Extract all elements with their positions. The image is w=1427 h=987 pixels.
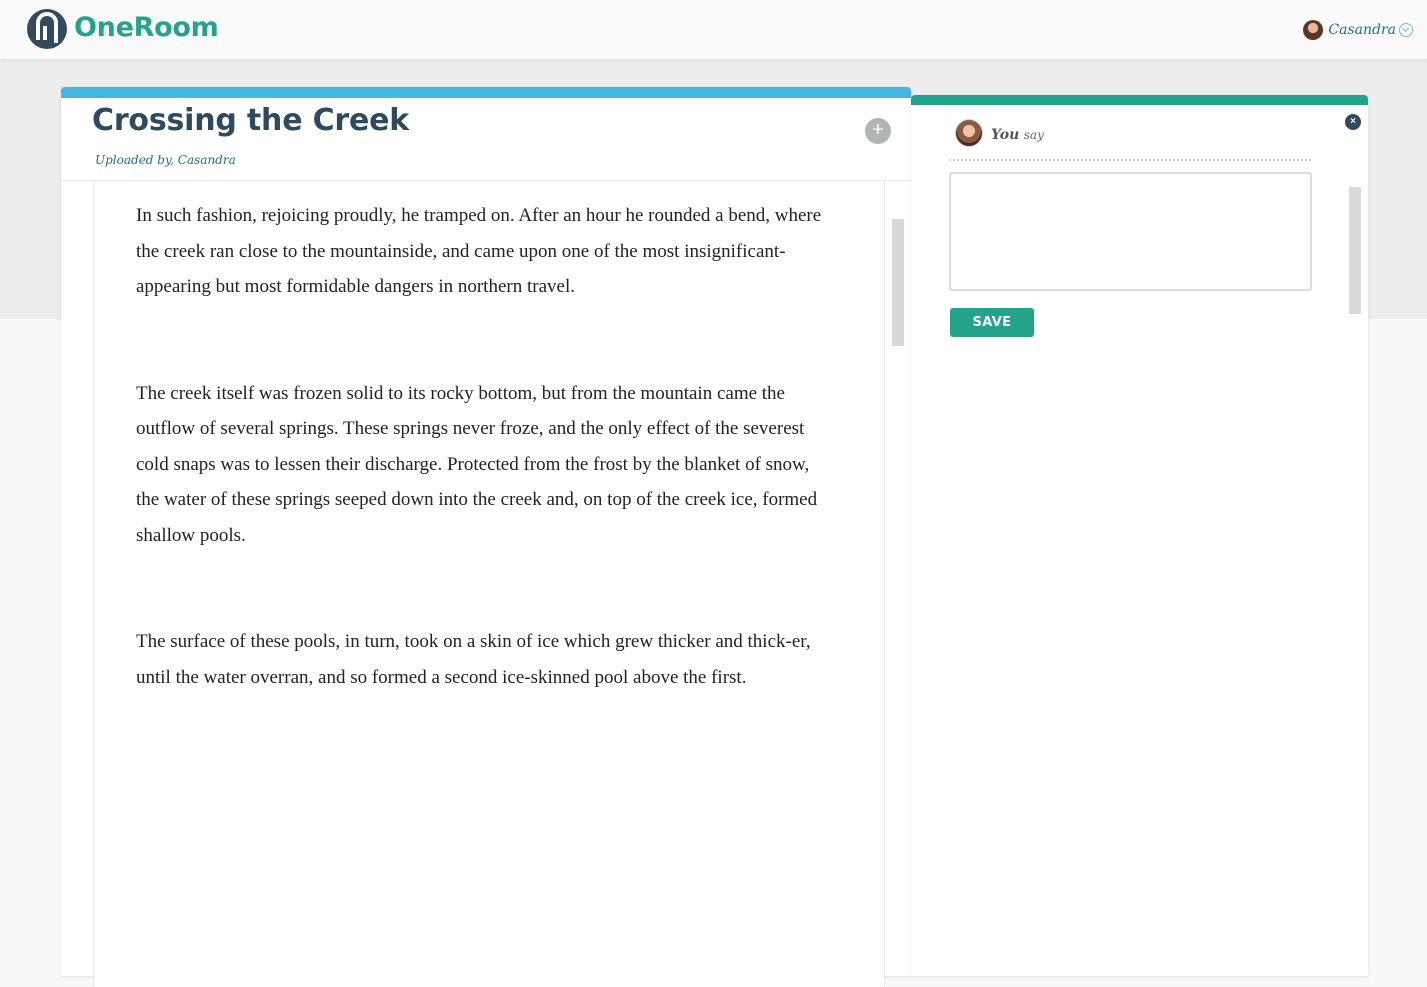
comment-header: You say — [949, 119, 1311, 161]
user-avatar — [1303, 20, 1324, 40]
document-title: Crossing the Creek — [92, 103, 410, 138]
uploaded-by: Uploaded by, Casandra — [95, 153, 236, 167]
comment-scrollbar[interactable] — [1349, 187, 1361, 314]
paragraph-3: The surface of these pools, in turn, too… — [136, 631, 811, 688]
commenter-verb: say — [1023, 128, 1044, 142]
uploaded-by-name[interactable]: Casandra — [178, 153, 236, 167]
plus-icon: + — [872, 119, 884, 141]
uploaded-by-prefix: Uploaded by, — [95, 153, 178, 167]
chevron-down-icon[interactable] — [1399, 23, 1413, 37]
user-name[interactable]: Casandra — [1328, 22, 1396, 38]
paragraph-spacer — [136, 553, 836, 624]
comment-input[interactable] — [949, 172, 1312, 291]
add-annotation-button[interactable]: + — [865, 118, 891, 144]
paragraph-spacer — [136, 305, 836, 376]
document-header: Crossing the Creek Uploaded by, Casandra… — [61, 98, 911, 181]
app-name[interactable]: OneRoom — [74, 12, 219, 43]
document-panel: Crossing the Creek Uploaded by, Casandra… — [61, 87, 911, 987]
document-body: In such fashion, rejoicing proudly, he t… — [136, 198, 836, 695]
user-menu[interactable]: Casandra — [1303, 19, 1413, 41]
commenter-name: You — [991, 127, 1020, 143]
close-icon[interactable]: × — [1345, 114, 1361, 130]
document-page: In such fashion, rejoicing proudly, he t… — [93, 182, 885, 987]
top-navigation-bar: OneRoom Casandra — [0, 0, 1427, 60]
save-button[interactable]: SAVE — [950, 308, 1034, 337]
paragraph-2: The creek itself was frozen solid to its… — [136, 382, 818, 546]
document-scrollbar[interactable] — [892, 219, 904, 346]
commenter-label: You say — [991, 127, 1044, 143]
commenter-avatar — [955, 119, 983, 147]
comment-panel: × You say SAVE — [911, 95, 1368, 976]
oneroom-logo-icon[interactable] — [27, 9, 67, 49]
paragraph-1: In such fashion, rejoicing proudly, he t… — [136, 205, 822, 297]
